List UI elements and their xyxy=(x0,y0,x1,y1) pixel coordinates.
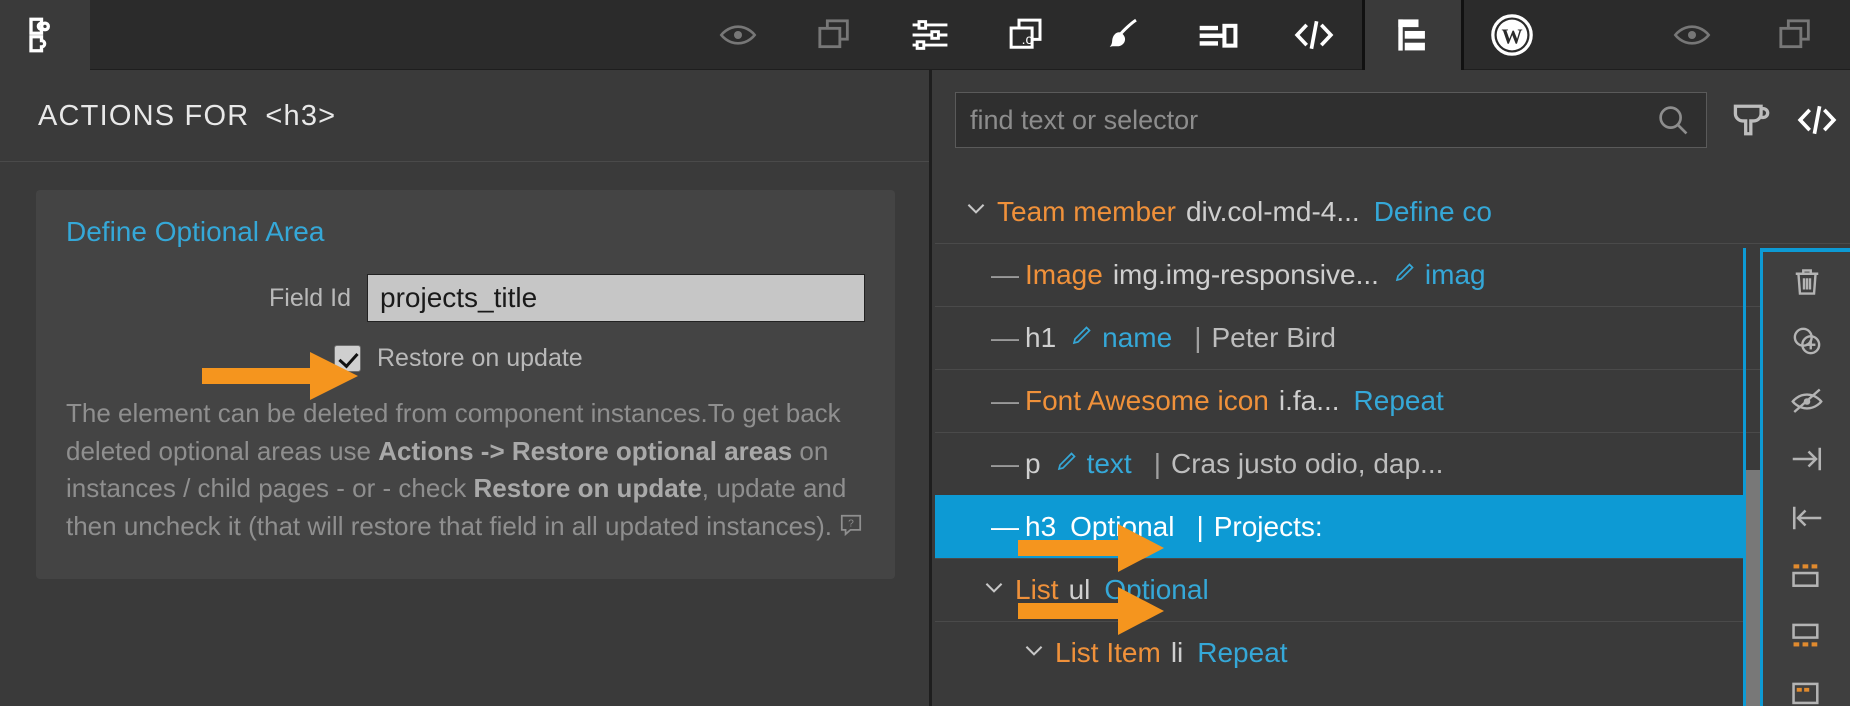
chevron-down-icon[interactable] xyxy=(1021,637,1055,670)
tree-row[interactable]: — h3 Optional | Projects: xyxy=(935,495,1850,558)
tree-search-row xyxy=(935,70,1850,148)
tree-leaf-dash: — xyxy=(991,322,1019,353)
restore-on-update-checkbox[interactable] xyxy=(334,345,361,372)
tree-node-selector: ul xyxy=(1068,574,1091,605)
tree-node-action[interactable]: Repeat xyxy=(1354,385,1444,417)
svg-text:?: ? xyxy=(848,518,854,529)
funnel-filter-icon[interactable] xyxy=(1729,98,1773,142)
define-optional-area-card: Define Optional Area Field Id Restore on… xyxy=(36,190,895,579)
help-question-icon[interactable]: ? xyxy=(838,511,864,549)
tree-leaf-dash: — xyxy=(991,448,1019,479)
restore-on-update-label: Restore on update xyxy=(377,344,583,372)
arrow-to-right-icon[interactable] xyxy=(1763,429,1850,488)
tree-row[interactable]: — Font Awesome icon i.fa... Repeat xyxy=(935,369,1850,432)
tree-node-value: Cras justo odio, dap... xyxy=(1171,448,1444,479)
actions-panel: ACTIONS FOR <h3> Define Optional Area Fie… xyxy=(0,70,932,706)
app-window: .c W ACTIONS FOR <h3> Define Optional Ar… xyxy=(0,0,1850,706)
chevron-down-icon[interactable] xyxy=(963,195,997,228)
tree-node-selector: div.col-md-4... xyxy=(1185,195,1360,227)
tree-node-name: List Item xyxy=(1055,637,1161,668)
card-description: The element can be deleted from componen… xyxy=(66,395,865,549)
page-title-tag: <h3> xyxy=(265,100,337,132)
tree-row[interactable]: — Image img.img-responsive... imag xyxy=(935,243,1850,306)
insert-inside-icon[interactable] xyxy=(1763,665,1850,706)
tree-node-action[interactable]: Optional xyxy=(1070,511,1174,543)
tree-row[interactable]: List ul Optional xyxy=(935,558,1850,621)
tree-node-action[interactable]: Repeat xyxy=(1197,637,1287,669)
insert-below-icon[interactable] xyxy=(1763,606,1850,665)
tree-node-divider: | xyxy=(1194,322,1202,353)
paintbrush-icon[interactable] xyxy=(1074,0,1170,70)
sliders-settings-icon[interactable] xyxy=(882,0,978,70)
top-toolbar: .c W xyxy=(0,0,1850,70)
tree-row[interactable]: List Item li Repeat xyxy=(935,621,1850,684)
tree-panel: Team memberdiv.col-md-4...Define co—Imag… xyxy=(935,70,1850,706)
restore-on-update-row[interactable]: Restore on update xyxy=(334,344,865,373)
tree-node-selector: h3 xyxy=(1025,511,1057,542)
tree-leaf-dash: — xyxy=(991,385,1019,416)
tree-node-name: Team member xyxy=(997,195,1176,227)
pencil-edit-icon[interactable] xyxy=(1055,448,1079,480)
card-title: Define Optional Area xyxy=(66,216,325,247)
preview-eye-icon[interactable] xyxy=(690,0,786,70)
preview-eye-right-icon[interactable] xyxy=(1644,0,1740,70)
tree-node-selector: h1 xyxy=(1025,322,1057,353)
tree-row[interactable]: Team member div.col-md-4... Define co xyxy=(935,180,1850,243)
arrow-to-left-icon[interactable] xyxy=(1763,488,1850,547)
chevron-down-icon[interactable] xyxy=(981,574,1015,607)
tree-node-divider: | xyxy=(1153,448,1161,479)
field-id-label: Field Id xyxy=(269,283,351,312)
svg-text:W: W xyxy=(1501,25,1522,49)
tree-node-action[interactable]: name xyxy=(1102,322,1172,354)
tree-node-name: Font Awesome icon xyxy=(1025,385,1269,416)
tree-leaf-dash: — xyxy=(991,259,1019,290)
tree-node-selector: p xyxy=(1025,448,1041,479)
tree-node-value: Projects: xyxy=(1213,511,1323,542)
magnifier-icon[interactable] xyxy=(1654,101,1692,139)
component-c-icon[interactable]: .c xyxy=(978,0,1074,70)
tree-node-name: Image xyxy=(1025,259,1103,290)
tree-node-name: List xyxy=(1015,574,1059,605)
pencil-edit-icon[interactable] xyxy=(1393,259,1417,291)
tree-node-value: Peter Bird xyxy=(1211,322,1336,353)
pencil-edit-icon[interactable] xyxy=(1070,322,1094,354)
element-actions-rail xyxy=(1760,248,1850,706)
wordpress-icon[interactable]: W xyxy=(1464,0,1560,70)
search-input[interactable] xyxy=(970,104,1654,136)
insert-above-icon[interactable] xyxy=(1763,547,1850,606)
tree-node-selector: li xyxy=(1170,637,1184,668)
tree-node-action[interactable]: text xyxy=(1087,448,1132,480)
tree-node-action[interactable]: Define co xyxy=(1374,196,1492,228)
tree-row[interactable]: — p text | Cras justo odio, dap... xyxy=(935,432,1850,495)
tree-node-action[interactable]: Optional xyxy=(1104,574,1208,606)
svg-text:.c: .c xyxy=(1022,31,1033,47)
tree-scrollbar[interactable] xyxy=(1746,470,1760,706)
trash-delete-icon[interactable] xyxy=(1763,252,1850,311)
page-title: ACTIONS FOR <h3> xyxy=(0,70,929,162)
add-circle-icon[interactable] xyxy=(1763,311,1850,370)
tree-row[interactable]: — h1 name | Peter Bird xyxy=(935,306,1850,369)
tree-node-selector: img.img-responsive... xyxy=(1112,259,1379,290)
desc-bold-1: Actions -> Restore optional areas xyxy=(378,435,793,466)
tree-structure-icon[interactable] xyxy=(1365,0,1461,70)
field-id-row: Field Id xyxy=(66,274,865,322)
puzzle-piece-icon[interactable] xyxy=(0,0,90,70)
code-brackets-icon[interactable] xyxy=(1266,0,1362,70)
field-id-input[interactable] xyxy=(367,274,865,322)
duplicate-windows-icon[interactable] xyxy=(786,0,882,70)
page-title-prefix: ACTIONS FOR xyxy=(38,100,250,132)
desc-bold-2: Restore on update xyxy=(473,473,702,504)
element-tree: Team member div.col-md-4... Define co — Imag… xyxy=(935,180,1850,684)
code-brackets-right-icon[interactable] xyxy=(1795,98,1839,142)
tree-node-action[interactable]: imag xyxy=(1425,259,1486,291)
tree-node-selector: i.fa... xyxy=(1278,385,1340,416)
duplicate-windows-right-icon[interactable] xyxy=(1740,0,1850,70)
hide-eye-slash-icon[interactable] xyxy=(1763,370,1850,429)
search-box[interactable] xyxy=(955,92,1707,148)
tree-node-divider: | xyxy=(1196,511,1204,542)
tree-leaf-dash: — xyxy=(991,511,1019,542)
text-align-icon[interactable] xyxy=(1170,0,1266,70)
